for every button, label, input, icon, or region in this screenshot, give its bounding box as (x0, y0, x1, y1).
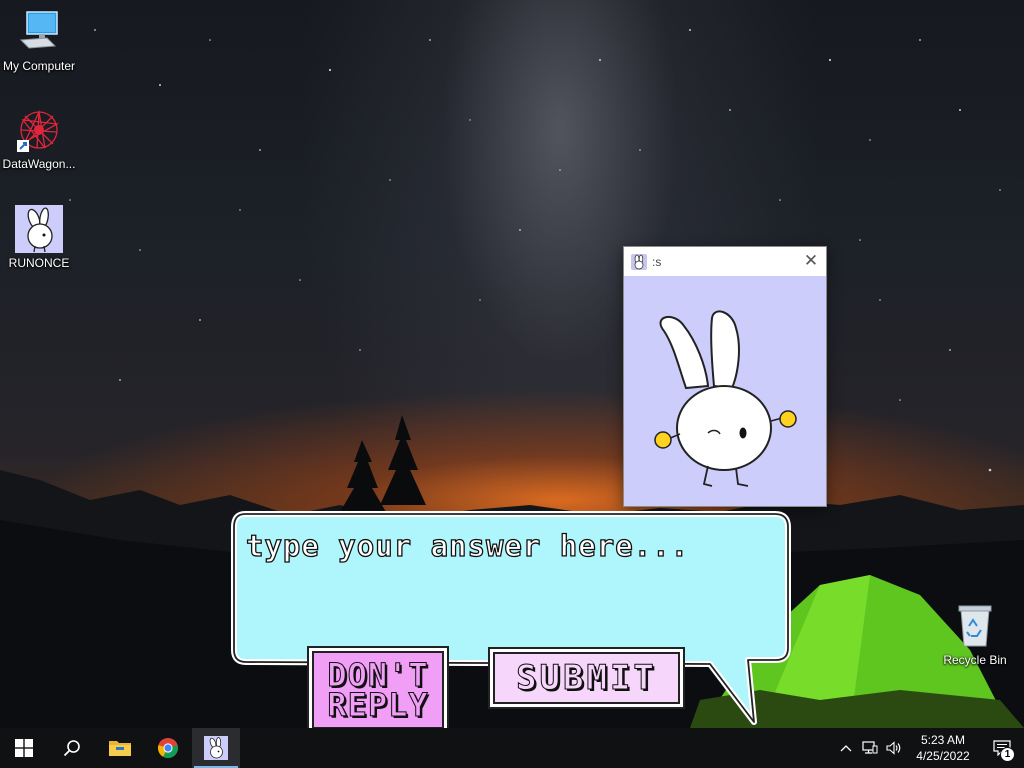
submit-label: SUBMIT (516, 658, 657, 699)
speech-bubble (231, 511, 791, 725)
action-center-button[interactable]: 1 (980, 728, 1024, 768)
network-button[interactable] (858, 728, 882, 768)
taskbar: 5:23 AM 4/25/2022 1 (0, 728, 1024, 768)
notification-count-badge: 1 (1000, 747, 1015, 762)
clock-date: 4/25/2022 (916, 749, 970, 763)
search-icon (63, 740, 80, 757)
dont-reply-button[interactable]: DON'T REPLY (312, 651, 444, 729)
submit-button[interactable]: SUBMIT (493, 652, 680, 704)
start-button[interactable] (0, 728, 48, 768)
search-button[interactable] (48, 728, 96, 768)
answer-input[interactable] (246, 524, 774, 568)
chrome-icon (158, 738, 178, 759)
volume-icon (886, 741, 901, 755)
taskbar-bunny-app[interactable] (192, 728, 240, 768)
clock-time: 5:23 AM (920, 733, 966, 747)
clock[interactable]: 5:23 AM 4/25/2022 (906, 732, 980, 764)
windows-logo-icon (15, 739, 33, 757)
taskbar-chrome[interactable] (144, 728, 192, 768)
chevron-up-icon (840, 745, 852, 752)
dont-reply-label: DON'T REPLY (327, 656, 429, 724)
bunny-app-icon (204, 736, 228, 760)
system-tray: 5:23 AM 4/25/2022 1 (834, 728, 1024, 768)
file-explorer-icon (109, 741, 131, 756)
volume-button[interactable] (882, 728, 906, 768)
network-icon (862, 741, 878, 754)
taskbar-file-explorer[interactable] (96, 728, 144, 768)
show-hidden-icons-button[interactable] (834, 728, 858, 768)
